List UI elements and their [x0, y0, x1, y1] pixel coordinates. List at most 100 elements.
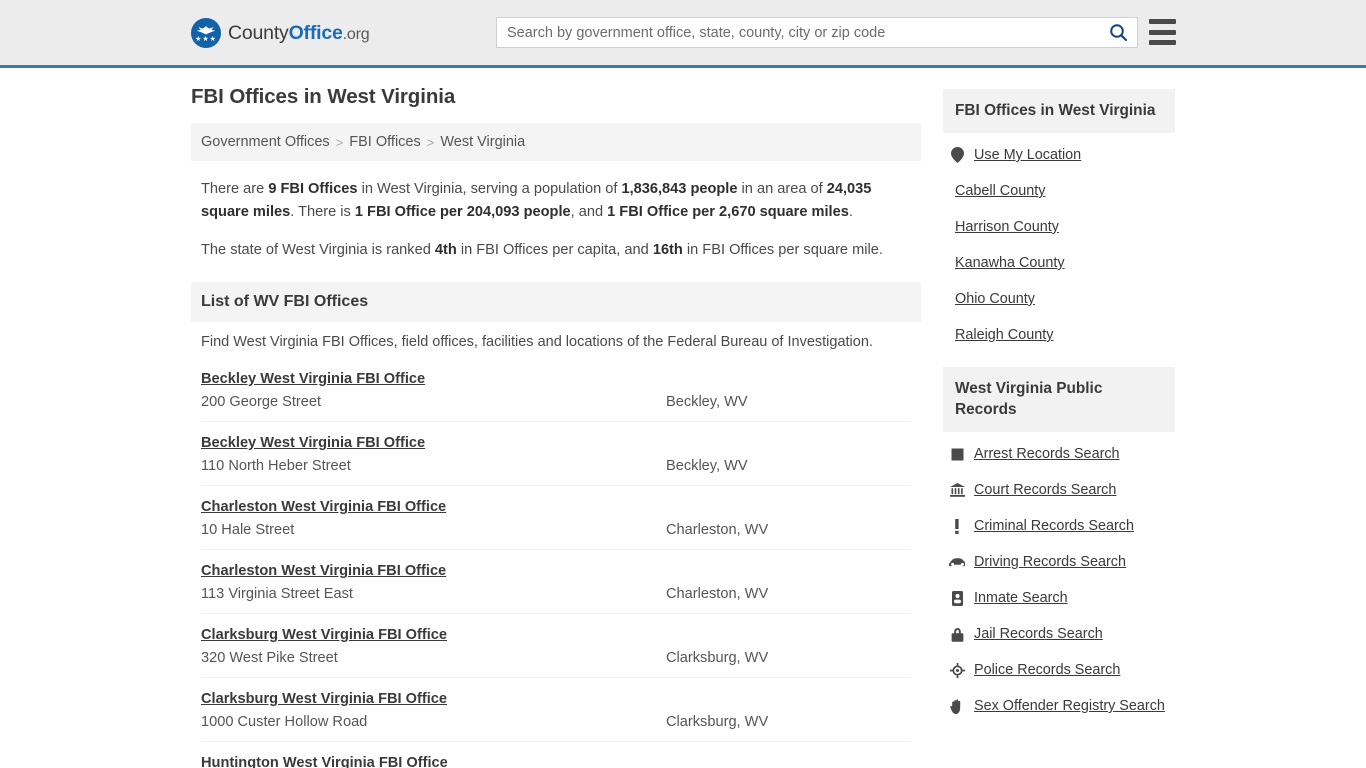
sidebar-link-police-records-search[interactable]: Police Records Search: [947, 658, 1171, 682]
stats-per-area: 1 FBI Office per 2,670 square miles: [607, 204, 849, 220]
stats-paragraph: There are 9 FBI Offices in West Virginia…: [191, 178, 921, 224]
id-badge-icon: [947, 590, 967, 606]
office-row: Charleston West Virginia FBI Office 113 V…: [201, 549, 911, 613]
sidebar-link-label: Driving Records Search: [974, 554, 1126, 570]
office-name-link[interactable]: Clarksburg West Virginia FBI Office: [201, 691, 447, 707]
stats-text-a: There are: [201, 181, 269, 197]
office-city-state: Beckley, WV: [666, 458, 748, 474]
stats-text-e: in an area of: [737, 181, 827, 197]
sidebar-link-harrison-county[interactable]: Harrison County: [947, 215, 1171, 239]
car-icon: [947, 557, 967, 568]
sidebar-records-title: West Virginia Public Records: [955, 380, 1103, 418]
stats-text-k: .: [848, 204, 853, 220]
sidebar-link-cabell-county[interactable]: Cabell County: [947, 179, 1171, 203]
sidebar-link-driving-records-search[interactable]: Driving Records Search: [947, 550, 1171, 574]
sidebar-link-use-my-location[interactable]: Use My Location: [947, 143, 1171, 167]
courthouse-icon: [947, 483, 967, 497]
sidebar-link-label: Ohio County: [955, 291, 1035, 307]
breadcrumb-item-1[interactable]: FBI Offices: [349, 134, 420, 150]
breadcrumb-item-0[interactable]: Government Offices: [201, 134, 330, 150]
breadcrumb: Government Offices > FBI Offices > West …: [191, 123, 921, 161]
sidebar: FBI Offices in West Virginia Use My Loca…: [943, 85, 1175, 738]
office-address: 320 West Pike Street: [201, 650, 338, 666]
search-icon: [1109, 24, 1127, 42]
rank-text-c: in FBI Offices per capita, and: [456, 242, 653, 258]
list-section-header: List of WV FBI Offices: [191, 282, 921, 322]
office-meta: 320 West Pike Street Clarksburg, WV: [201, 650, 911, 666]
fingerprint-icon: [947, 448, 967, 461]
sidebar-link-label: Arrest Records Search: [974, 446, 1120, 462]
breadcrumb-separator-0: >: [335, 134, 344, 150]
eagle-seal-icon: ★★★: [191, 18, 221, 48]
office-name-link[interactable]: Beckley West Virginia FBI Office: [201, 371, 425, 387]
sidebar-link-jail-records-search[interactable]: Jail Records Search: [947, 622, 1171, 646]
sidebar-offices-header: FBI Offices in West Virginia: [943, 89, 1175, 133]
sidebar-records-header: West Virginia Public Records: [943, 367, 1175, 432]
sidebar-link-label: Criminal Records Search: [974, 518, 1134, 534]
sidebar-link-criminal-records-search[interactable]: Criminal Records Search: [947, 514, 1171, 538]
sidebar-link-label: Harrison County: [955, 219, 1059, 235]
hamburger-menu-icon[interactable]: [1149, 19, 1176, 45]
page-body: FBI Offices in West Virginia Government …: [0, 68, 1366, 768]
sidebar-link-label: Police Records Search: [974, 662, 1121, 678]
search-button[interactable]: [1099, 18, 1137, 47]
office-name-link[interactable]: Beckley West Virginia FBI Office: [201, 435, 425, 451]
office-address: 10 Hale Street: [201, 522, 295, 538]
breadcrumb-item-2[interactable]: West Virginia: [440, 134, 525, 150]
sidebar-link-sex-offender-registry-search[interactable]: Sex Offender Registry Search: [947, 694, 1171, 718]
office-meta: 110 North Heber Street Beckley, WV: [201, 458, 911, 474]
site-logo[interactable]: ★★★ CountyOffice.org: [191, 18, 370, 48]
office-meta: 1000 Custer Hollow Road Clarksburg, WV: [201, 714, 911, 730]
office-row: Beckley West Virginia FBI Office 200 Geor…: [201, 368, 911, 421]
sidebar-link-label: Kanawha County: [955, 255, 1065, 271]
rank-per-capita: 4th: [434, 242, 457, 258]
office-name-link[interactable]: Huntington West Virginia FBI Office: [201, 755, 448, 768]
office-address: 200 George Street: [201, 394, 322, 410]
sidebar-link-raleigh-county[interactable]: Raleigh County: [947, 323, 1171, 347]
search-input[interactable]: [497, 18, 1099, 47]
eagle-glyph: [196, 26, 216, 35]
office-address: 1000 Custer Hollow Road: [201, 714, 368, 730]
sidebar-link-label: Jail Records Search: [974, 626, 1103, 642]
sidebar-offices-panel: FBI Offices in West Virginia Use My Loca…: [943, 89, 1175, 347]
office-row: Clarksburg West Virginia FBI Office 1000 …: [201, 677, 911, 741]
stats-population: 1,836,843 people: [621, 181, 738, 197]
office-row: Beckley West Virginia FBI Office 110 Nort…: [201, 421, 911, 485]
brand-text: CountyOffice.org: [228, 21, 370, 45]
office-list: Beckley West Virginia FBI Office 200 Geor…: [191, 368, 921, 768]
brand-county: County: [228, 21, 289, 44]
rank-text-a: The state of West Virginia is ranked: [201, 242, 435, 258]
sidebar-link-kanawha-county[interactable]: Kanawha County: [947, 251, 1171, 275]
site-header: ★★★ CountyOffice.org: [0, 0, 1366, 68]
breadcrumb-separator-1: >: [426, 134, 435, 150]
sidebar-link-court-records-search[interactable]: Court Records Search: [947, 478, 1171, 502]
stats-text-i: , and: [570, 204, 608, 220]
police-badge-icon: [947, 662, 967, 678]
office-address: 110 North Heber Street: [201, 458, 351, 474]
stats-text-c: in West Virginia, serving a population o…: [357, 181, 622, 197]
office-meta: 10 Hale Street Charleston, WV: [201, 522, 911, 538]
sidebar-link-inmate-search[interactable]: Inmate Search: [947, 586, 1171, 610]
sidebar-link-label: Court Records Search: [974, 482, 1117, 498]
office-name-link[interactable]: Clarksburg West Virginia FBI Office: [201, 627, 447, 643]
rank-text-e: in FBI Offices per square mile.: [682, 242, 883, 258]
office-name-link[interactable]: Charleston West Virginia FBI Office: [201, 563, 446, 579]
rank-per-sqmile: 16th: [652, 242, 683, 258]
menu-bar-3: [1149, 40, 1176, 45]
list-section-title: List of WV FBI Offices: [201, 293, 369, 310]
sidebar-link-arrest-records-search[interactable]: Arrest Records Search: [947, 442, 1171, 466]
hand-icon: [947, 698, 967, 714]
page-title: FBI Offices in West Virginia: [191, 85, 456, 108]
sidebar-link-label: Sex Offender Registry Search: [974, 698, 1165, 714]
menu-bar-2: [1149, 29, 1176, 35]
office-city-state: Clarksburg, WV: [666, 650, 769, 666]
sidebar-link-label: Raleigh County: [955, 327, 1054, 343]
sidebar-link-ohio-county[interactable]: Ohio County: [947, 287, 1171, 311]
office-name-link[interactable]: Charleston West Virginia FBI Office: [201, 499, 446, 515]
office-city-state: Charleston, WV: [666, 586, 769, 602]
search-bar: [496, 17, 1138, 48]
sidebar-link-label: Cabell County: [955, 183, 1046, 199]
office-city-state: Charleston, WV: [666, 522, 769, 538]
sidebar-link-label: Inmate Search: [974, 590, 1068, 606]
office-row: Clarksburg West Virginia FBI Office 320 W…: [201, 613, 911, 677]
